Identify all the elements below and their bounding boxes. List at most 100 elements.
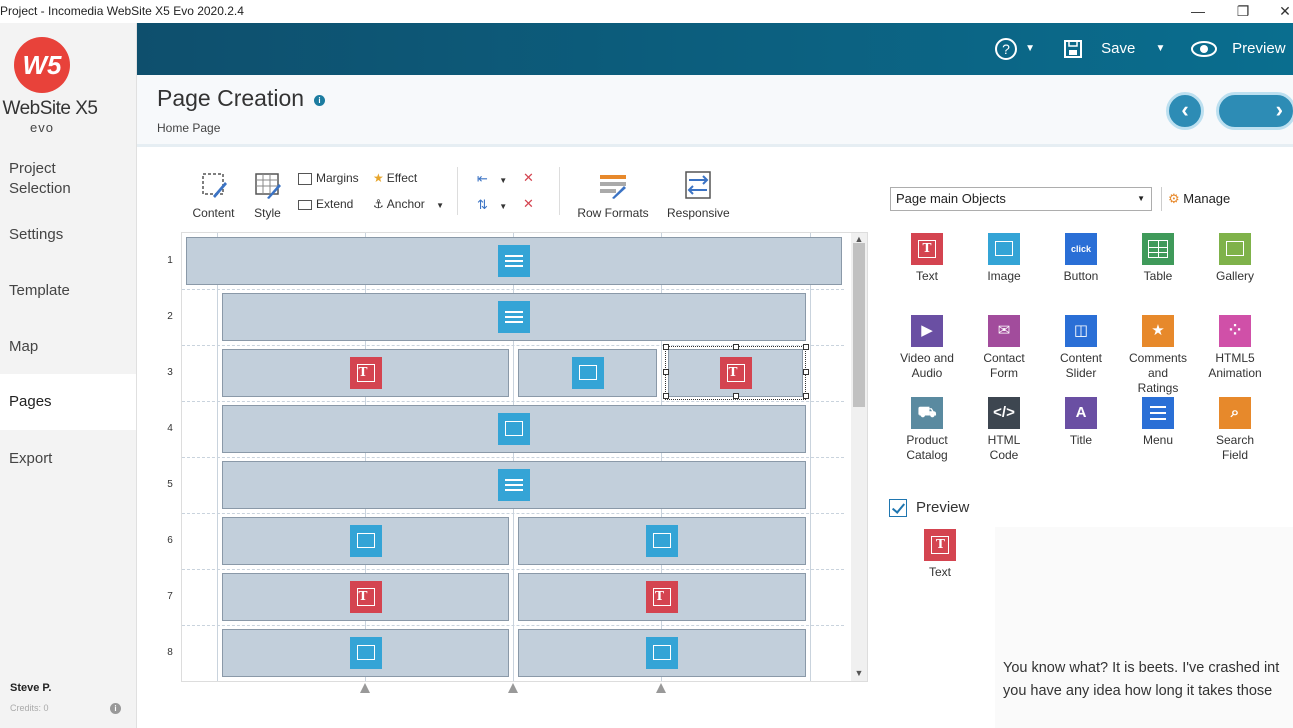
next-button[interactable]: › xyxy=(1216,92,1293,130)
grid-cell[interactable] xyxy=(222,293,806,341)
credits-info-icon[interactable]: i xyxy=(110,703,121,714)
grid-cell[interactable] xyxy=(518,629,806,677)
object-search[interactable]: ⌕ Search Field xyxy=(1197,397,1273,463)
star-icon: ★ xyxy=(1142,315,1174,347)
help-button[interactable]: ? ▼ xyxy=(995,23,1035,75)
grid-cell[interactable] xyxy=(222,405,806,453)
image-object-icon xyxy=(498,413,530,445)
sidebar-item-pages[interactable]: Pages xyxy=(0,374,136,430)
image-object-icon xyxy=(349,525,382,557)
preview-button[interactable]: Preview xyxy=(1190,23,1286,75)
page-title: Page Creation xyxy=(157,85,305,111)
grid-cell[interactable]: T xyxy=(518,573,806,621)
floppy-icon xyxy=(1064,40,1082,59)
content-label: Content xyxy=(192,206,235,220)
row-formats-button[interactable]: Row Formats xyxy=(577,170,649,220)
object-menu[interactable]: Menu xyxy=(1120,397,1196,448)
scroll-down-icon[interactable]: ▼ xyxy=(851,668,867,680)
margins-button[interactable]: Margins xyxy=(298,171,359,185)
resize-handle[interactable] xyxy=(803,344,809,350)
star-icon: ★ xyxy=(373,171,384,185)
resize-handle[interactable] xyxy=(733,344,739,350)
grid-cell-selected[interactable]: T xyxy=(665,346,806,400)
row-divider xyxy=(182,289,844,290)
content-tool-button[interactable]: Content xyxy=(191,170,236,220)
table-icon xyxy=(1142,233,1174,265)
responsive-button[interactable]: Responsive xyxy=(667,170,730,220)
object-title[interactable]: A Title xyxy=(1043,397,1119,448)
image-object-icon xyxy=(646,637,678,669)
minimize-button[interactable]: — xyxy=(1175,0,1221,23)
remove-vertical-button[interactable]: ✕ xyxy=(523,196,534,212)
manage-label: Manage xyxy=(1183,191,1231,206)
object-gallery[interactable]: Gallery xyxy=(1197,233,1273,284)
object-mail[interactable]: ✉ Contact Form xyxy=(966,315,1042,381)
object-image[interactable]: Image xyxy=(966,233,1042,284)
maximize-button[interactable]: ❐ xyxy=(1220,0,1266,23)
resize-handle[interactable] xyxy=(663,368,669,375)
sidebar-item-project-selection[interactable]: Project Selection xyxy=(0,159,136,199)
preview-text-line: you have any idea how long it takes thos… xyxy=(1003,683,1273,699)
column-marker[interactable] xyxy=(656,683,666,693)
preview-text-line: You know what? It is beets. I've crashed… xyxy=(1003,660,1280,676)
sidebar-item-template[interactable]: Template xyxy=(0,271,136,311)
anchor-button[interactable]: ⚓ Anchor ▼ xyxy=(373,197,444,211)
object-video[interactable]: ▶ Video and Audio xyxy=(889,315,965,381)
object-code[interactable]: </> HTML Code xyxy=(966,397,1042,463)
extend-button[interactable]: Extend xyxy=(298,197,353,211)
close-button[interactable]: ✕ xyxy=(1262,0,1293,23)
grid-cell[interactable] xyxy=(222,629,509,677)
grid-cell[interactable] xyxy=(186,237,842,285)
sidebar-item-settings[interactable]: Settings xyxy=(0,215,136,255)
window-titlebar: Project - Incomedia WebSite X5 Evo 2020.… xyxy=(0,0,1293,23)
button-icon: click xyxy=(1065,233,1097,265)
column-marker[interactable] xyxy=(508,683,518,693)
image-object-icon xyxy=(571,357,604,389)
grid-scroll-thumb[interactable] xyxy=(853,243,865,407)
row-divider xyxy=(182,513,844,514)
effect-button[interactable]: ★ Effect xyxy=(373,171,417,185)
grid-cell[interactable] xyxy=(518,349,657,397)
resize-handle[interactable] xyxy=(663,393,669,399)
grid-cell[interactable]: T xyxy=(222,573,509,621)
column-marker[interactable] xyxy=(360,683,370,693)
sidebar-item-map[interactable]: Map xyxy=(0,327,136,367)
image-object-icon xyxy=(349,637,382,669)
object-text[interactable]: T Text xyxy=(889,233,965,284)
objects-category-select[interactable]: Page main Objects ▼ xyxy=(890,187,1152,211)
grid-cell[interactable]: T xyxy=(222,349,509,397)
object-slider[interactable]: ◫ Content Slider xyxy=(1043,315,1119,381)
row-divider xyxy=(182,625,844,626)
row-divider xyxy=(182,401,844,402)
object-table[interactable]: Table xyxy=(1120,233,1196,284)
align-top-button[interactable]: ⇅ ▼ xyxy=(477,197,507,213)
remove-horizontal-button[interactable]: ✕ xyxy=(523,170,534,186)
manage-objects-button[interactable]: ⚙ Manage xyxy=(1161,187,1230,211)
object-cart[interactable]: ⛟ Product Catalog xyxy=(889,397,965,463)
save-button[interactable]: Save ▼ xyxy=(1063,23,1165,75)
object-star[interactable]: ★ Comments and Ratings xyxy=(1120,315,1196,396)
grid-cell[interactable] xyxy=(518,517,806,565)
animation-icon: ⁘ xyxy=(1219,315,1251,347)
grid-cell[interactable] xyxy=(222,517,509,565)
window-title: Project - Incomedia WebSite X5 Evo 2020.… xyxy=(0,4,244,18)
style-tool-button[interactable]: Style xyxy=(250,170,285,220)
brand-edition: evo xyxy=(30,120,54,135)
remove-icon: ✕ xyxy=(523,196,534,211)
align-left-button[interactable]: ⇤ ▼ xyxy=(477,171,507,187)
back-button[interactable]: ‹ xyxy=(1166,92,1204,130)
search-icon: ⌕ xyxy=(1219,397,1251,429)
resize-handle[interactable] xyxy=(733,393,739,399)
preview-pane: You know what? It is beets. I've crashed… xyxy=(995,527,1293,728)
resize-handle[interactable] xyxy=(803,368,809,375)
sidebar-item-export[interactable]: Export xyxy=(0,439,136,479)
resize-handle[interactable] xyxy=(663,344,669,350)
grid-cell[interactable] xyxy=(222,461,806,509)
sidebar: W5 WebSite X5 evo Project Selection Sett… xyxy=(0,23,137,728)
info-icon[interactable]: i xyxy=(314,95,325,106)
preview-checkbox[interactable] xyxy=(889,499,907,517)
resize-handle[interactable] xyxy=(803,393,809,399)
object-button[interactable]: click Button xyxy=(1043,233,1119,284)
preview-object: T Text xyxy=(902,529,978,580)
object-animation[interactable]: ⁘ HTML5 Animation xyxy=(1197,315,1273,381)
